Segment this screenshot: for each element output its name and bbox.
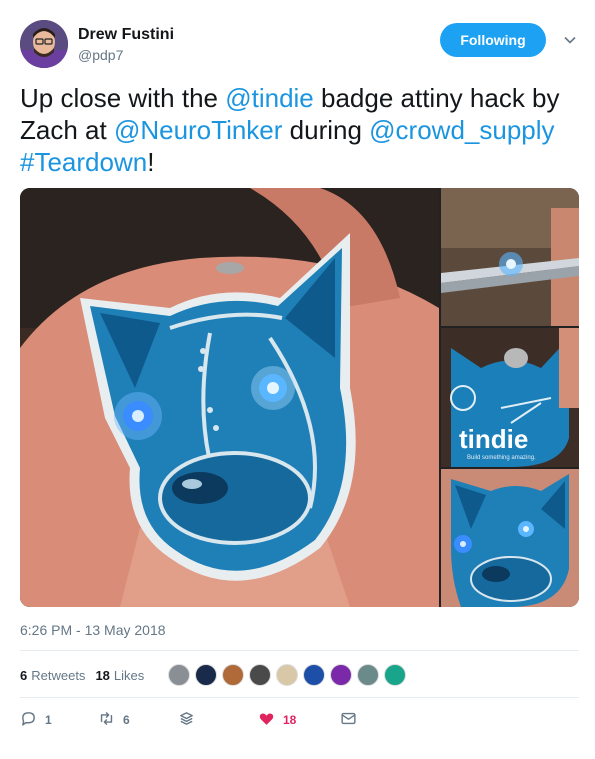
tweet-text-segment: ! <box>147 147 155 177</box>
tweet-actions: 1 6 18 <box>20 710 380 730</box>
tweet-text-segment: Up close with the <box>20 83 226 113</box>
avatar[interactable] <box>20 20 68 68</box>
liker-avatar[interactable] <box>384 664 407 686</box>
likes-stat[interactable]: 18 Likes <box>95 668 144 683</box>
chevron-down-icon[interactable] <box>563 33 577 47</box>
liker-avatar[interactable] <box>249 664 272 686</box>
tweet-text: Up close with the @tindie badge attiny h… <box>20 82 580 178</box>
reply-count: 1 <box>45 713 52 727</box>
liker-avatar[interactable] <box>303 664 326 686</box>
photo-badge-back[interactable]: tindie Build something amazing. <box>441 328 579 467</box>
mention-tindie-link[interactable]: @tindie <box>225 83 314 113</box>
stack-button[interactable] <box>178 710 258 730</box>
retweets-stat[interactable]: 6 Retweets <box>20 668 85 683</box>
layers-icon <box>178 710 195 730</box>
liker-avatar[interactable] <box>330 664 353 686</box>
like-count: 18 <box>283 713 297 727</box>
mention-crowd-supply-link[interactable]: @crowd_supply <box>369 115 554 145</box>
liker-avatar[interactable] <box>357 664 380 686</box>
mention-neurotinker-link[interactable]: @NeuroTinker <box>114 115 282 145</box>
reply-icon <box>20 710 37 730</box>
tweet-header: Drew Fustini @pdp7 Following <box>20 20 580 70</box>
liker-avatar[interactable] <box>222 664 245 686</box>
retweets-count: 6 <box>20 667 28 683</box>
user-handle[interactable]: @pdp7 <box>78 47 174 63</box>
tindie-logo-text: tindie <box>459 424 528 454</box>
direct-message-button[interactable] <box>340 710 380 730</box>
photo-badge-closeup[interactable] <box>20 188 439 607</box>
tweet-text-segment: during <box>282 115 370 145</box>
likes-count: 18 <box>95 667 110 683</box>
following-button[interactable]: Following <box>440 23 546 57</box>
divider <box>20 650 579 651</box>
tweet-timestamp[interactable]: 6:26 PM - 13 May 2018 <box>20 622 166 638</box>
display-name[interactable]: Drew Fustini <box>78 26 174 44</box>
engagement-stats: 6 Retweets 18 Likes <box>20 664 411 686</box>
photo-badge-front[interactable] <box>441 469 579 607</box>
envelope-icon <box>340 710 357 730</box>
liker-avatar[interactable] <box>276 664 299 686</box>
heart-icon <box>258 710 275 730</box>
photo-badge-edge[interactable] <box>441 188 579 326</box>
retweet-icon <box>98 710 115 730</box>
reply-button[interactable]: 1 <box>20 710 98 730</box>
hashtag-teardown-link[interactable]: #Teardown <box>20 147 147 177</box>
like-button[interactable]: 18 <box>258 710 340 730</box>
likes-label: Likes <box>113 667 145 683</box>
divider <box>20 697 579 698</box>
liker-avatar[interactable] <box>168 664 191 686</box>
retweet-count: 6 <box>123 713 130 727</box>
retweet-button[interactable]: 6 <box>98 710 178 730</box>
media-grid: tindie Build something amazing. <box>20 188 579 607</box>
liker-avatars <box>168 664 411 686</box>
liker-avatar[interactable] <box>195 664 218 686</box>
retweets-label: Retweets <box>31 667 86 683</box>
tindie-tagline-text: Build something amazing. <box>467 455 536 461</box>
